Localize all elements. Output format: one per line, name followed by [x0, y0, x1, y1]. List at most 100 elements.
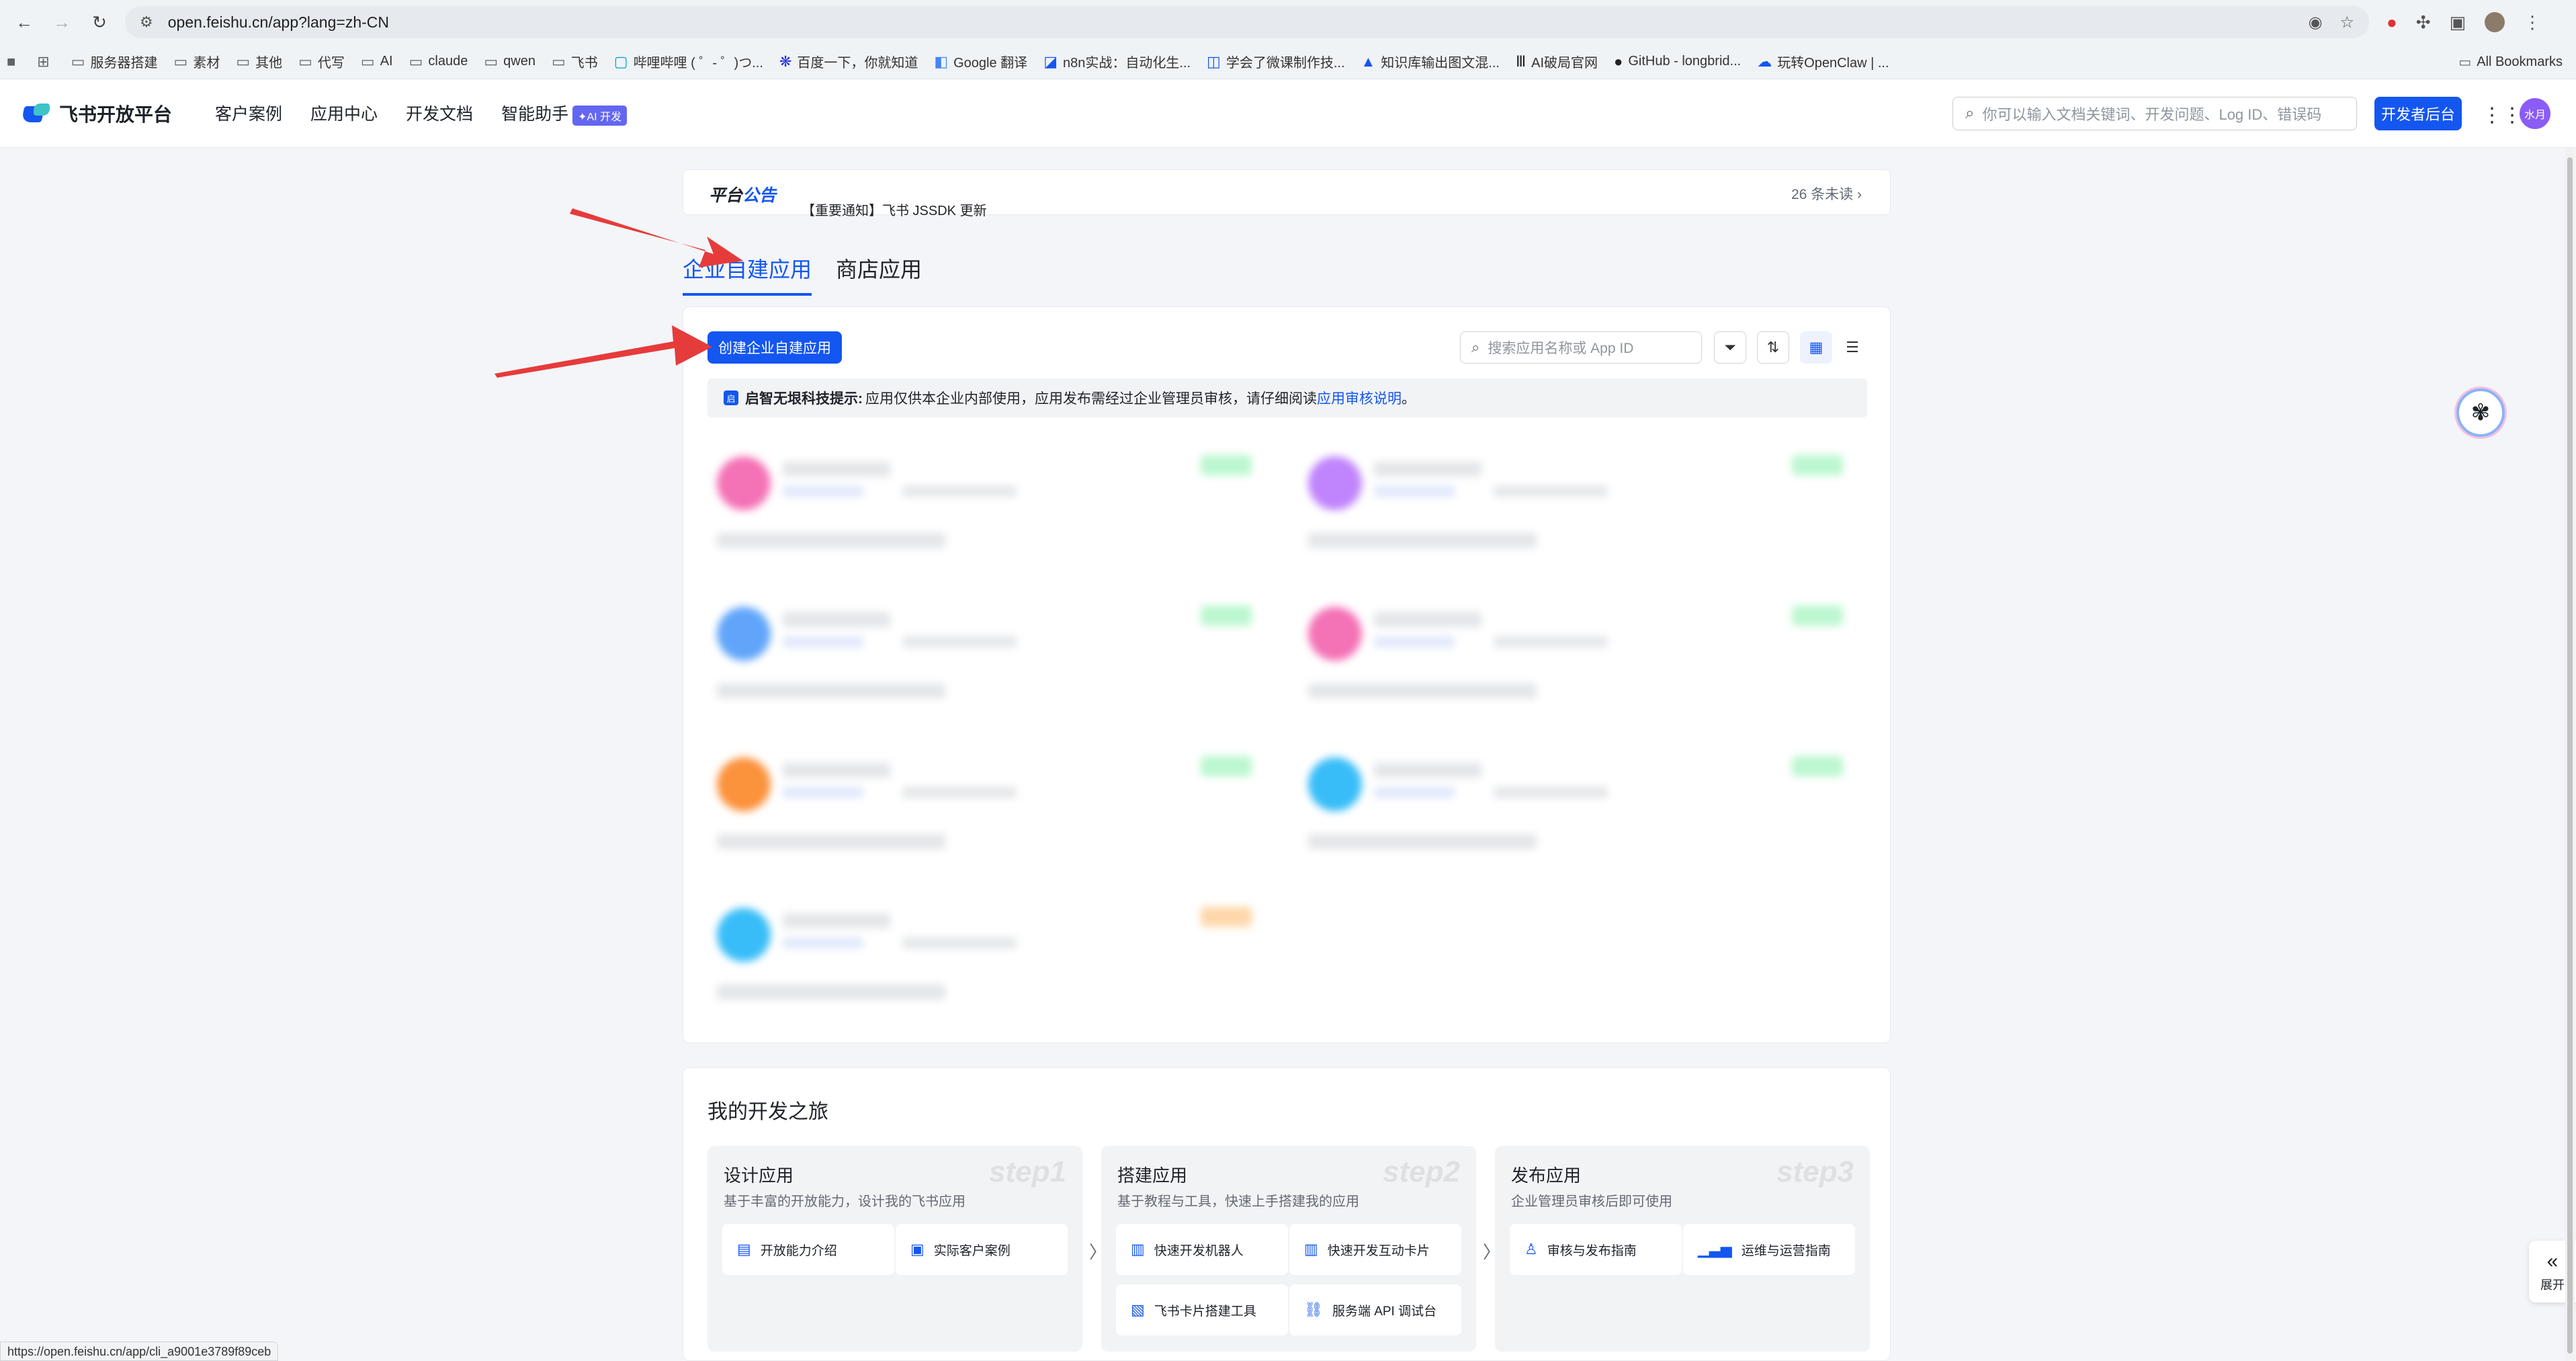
github-icon: ● — [1614, 52, 1623, 70]
reload-icon[interactable]: ↻ — [86, 9, 113, 36]
nav-customer-cases[interactable]: 客户案例 — [215, 101, 282, 125]
tab-store-apps[interactable]: 商店应用 — [836, 253, 922, 296]
platform-notice[interactable]: 平台公告 【重要通知】飞书 JSSDK 更新 26 条未读 › — [683, 169, 1891, 218]
doc-search-input[interactable]: ⌕ 你可以输入文档关键词、开发问题、Log ID、错误码 — [1952, 97, 2357, 130]
bookmark-item[interactable]: ▭ claude — [409, 53, 468, 71]
user-avatar[interactable]: 水月 — [2520, 98, 2550, 129]
link-quick-bot[interactable]: ▥ 快速开发机器人 — [1116, 1224, 1288, 1275]
bookmark-item[interactable]: ☁ 玩转OpenClaw | ... — [1757, 52, 1889, 71]
notice-text[interactable]: 【重要通知】飞书 JSSDK 更新 — [802, 200, 987, 219]
nav-app-center[interactable]: 应用中心 — [310, 101, 378, 125]
create-enterprise-app-button[interactable]: 创建企业自建应用 — [707, 331, 842, 364]
bookmark-item[interactable]: ◪ n8n实战：自动化生... — [1043, 52, 1191, 71]
bookmark-item[interactable]: ▭ 素材 — [174, 52, 220, 71]
app-meta-placeholder — [783, 938, 863, 948]
browser-menu-icon[interactable]: ⋮ — [2524, 12, 2541, 33]
step-build: 搭建应用 基于教程与工具，快速上手搭建我的应用 step2 ▥ 快速开发机器人 ▥… — [1101, 1146, 1476, 1352]
app-status-badge — [1201, 455, 1252, 475]
app-card[interactable] — [707, 891, 1265, 1022]
bookmark-item[interactable]: ◫ 学会了微课制作技... — [1207, 52, 1344, 71]
app-search-input[interactable]: ⌕ 搜索应用名称或 App ID — [1460, 331, 1702, 364]
site-info-icon[interactable]: ⚙ — [140, 13, 153, 31]
page-scrollbar[interactable] — [2565, 148, 2575, 1361]
app-meta-placeholder — [1374, 486, 1455, 497]
link-api-console[interactable]: ⛓ 服务端 API 调试台 — [1289, 1284, 1461, 1335]
app-card[interactable] — [707, 439, 1265, 571]
bilibili-icon: ▢ — [613, 52, 628, 70]
nav-smart-assistant[interactable]: 智能助手 ✦AI 开发 — [501, 101, 628, 126]
app-desc-placeholder — [1308, 834, 1537, 849]
link-review-publish[interactable]: ♙ 审核与发布指南 — [1510, 1224, 1682, 1275]
scrollbar-thumb[interactable] — [2567, 157, 2573, 1354]
app-card[interactable] — [707, 589, 1265, 721]
bookmark-item[interactable]: ❋ 百度一下，你就知道 — [779, 52, 918, 71]
link-customer-cases[interactable]: ▣ 实际客户案例 — [896, 1224, 1068, 1275]
bookmark-star-icon[interactable]: ☆ — [2339, 13, 2354, 32]
extensions-puzzle-icon[interactable]: ✣ — [2416, 12, 2431, 33]
bookmark-item[interactable]: ▭ 服务器搭建 — [71, 52, 158, 71]
assistant-float-icon[interactable]: ✾ — [2456, 388, 2505, 437]
bookmark-item[interactable]: ● GitHub - longbrid... — [1614, 53, 1741, 71]
app-meta-placeholder — [1374, 787, 1455, 798]
nav-dev-docs[interactable]: 开发文档 — [406, 101, 473, 125]
grid-apps-icon[interactable]: ⊞ — [37, 53, 54, 71]
app-card[interactable] — [1299, 740, 1856, 872]
folder-icon: ▭ — [360, 52, 375, 70]
app-meta-placeholder — [783, 486, 863, 497]
link-ops-guide[interactable]: ▁▃▅ 运维与运营指南 — [1683, 1224, 1855, 1275]
bookmark-item[interactable]: ▭ 飞书 — [552, 52, 598, 71]
sail-icon: ▲ — [1361, 52, 1376, 70]
ai-bars-icon: Ⅲ — [1515, 52, 1527, 70]
bookmark-item[interactable]: ▢ 哔哩哔哩 ( ゜- ゜)つ... — [614, 52, 763, 71]
app-meta-placeholder — [1494, 787, 1608, 798]
app-status-badge — [1201, 756, 1252, 776]
developer-console-button[interactable]: 开发者后台 — [2374, 97, 2462, 130]
app-meta-placeholder — [902, 636, 1017, 647]
link-card-builder[interactable]: ▧ 飞书卡片搭建工具 — [1116, 1284, 1288, 1335]
api-link-icon: ⛓ — [1304, 1301, 1323, 1318]
app-avatar — [1308, 607, 1362, 661]
list-view-button[interactable]: ☰ — [1836, 331, 1869, 364]
app-desc-placeholder — [1308, 533, 1537, 548]
tab-search-icon[interactable]: ▣ — [2450, 12, 2466, 33]
all-bookmarks[interactable]: ▭ All Bookmarks — [2458, 44, 2563, 79]
app-card[interactable] — [707, 740, 1265, 872]
user-check-icon: ♙ — [1525, 1241, 1538, 1257]
filter-button[interactable]: ⏷ — [1714, 331, 1746, 364]
bookmark-item[interactable]: Ⅲ AI破局官网 — [1516, 52, 1598, 71]
app-card[interactable] — [1299, 589, 1856, 721]
app-avatar — [717, 757, 771, 811]
feishu-logo[interactable]: 飞书开放平台 — [23, 100, 172, 127]
review-guide-link[interactable]: 应用审核说明 — [1317, 388, 1402, 408]
grid-view-icon: ▦ — [1809, 339, 1823, 356]
extension-icon-red[interactable]: ● — [2387, 12, 2397, 33]
bookmark-item[interactable]: ▭ 其他 — [236, 52, 282, 71]
eye-off-icon[interactable]: ◉ — [2309, 13, 2323, 32]
book-icon: ▥ — [1304, 1241, 1318, 1257]
profile-avatar[interactable] — [2485, 12, 2505, 32]
sort-button[interactable]: ⇅ — [1757, 331, 1789, 364]
sort-icon: ⇅ — [1766, 339, 1780, 356]
link-open-capabilities[interactable]: ▤ 开放能力介绍 — [722, 1224, 894, 1275]
folder-icon: ▭ — [298, 52, 312, 70]
tab-enterprise-apps[interactable]: 企业自建应用 — [683, 253, 812, 296]
grid-view-button[interactable]: ▦ — [1800, 331, 1832, 364]
forward-icon[interactable]: → — [48, 9, 75, 36]
address-bar[interactable]: ⚙ open.feishu.cn/app?lang=zh-CN ◉ ☆ — [125, 6, 2369, 38]
app-meta-placeholder — [1494, 636, 1608, 647]
address-url[interactable]: open.feishu.cn/app?lang=zh-CN — [168, 13, 2291, 32]
notice-unread-link[interactable]: 26 条未读 › — [1791, 183, 1862, 204]
app-card[interactable] — [1299, 439, 1856, 571]
review-tip-bar: 启 启智无垠科技提示: 应用仅供本企业内部使用，应用发布需经过企业管理员审核，请… — [707, 378, 1867, 417]
bookmark-item[interactable]: ◧ Google 翻译 — [934, 52, 1027, 71]
app-meta-placeholder — [783, 787, 863, 798]
bookmark-item[interactable]: ▭ 代写 — [298, 52, 345, 71]
apps-icon[interactable]: ■ — [7, 53, 21, 71]
back-icon[interactable]: ← — [11, 9, 38, 36]
folder-icon: ▭ — [484, 52, 499, 70]
apps-panel: 创建企业自建应用 ⌕ 搜索应用名称或 App ID ⏷ ⇅ ▦ ☰ 启 启智无垠… — [683, 306, 1891, 1043]
link-quick-card[interactable]: ▥ 快速开发互动卡片 — [1289, 1224, 1461, 1275]
bookmark-item[interactable]: ▭ qwen — [484, 53, 535, 71]
bookmark-item[interactable]: ▭ AI — [361, 53, 393, 71]
bookmark-item[interactable]: ▲ 知识库输出图文混... — [1361, 52, 1500, 71]
